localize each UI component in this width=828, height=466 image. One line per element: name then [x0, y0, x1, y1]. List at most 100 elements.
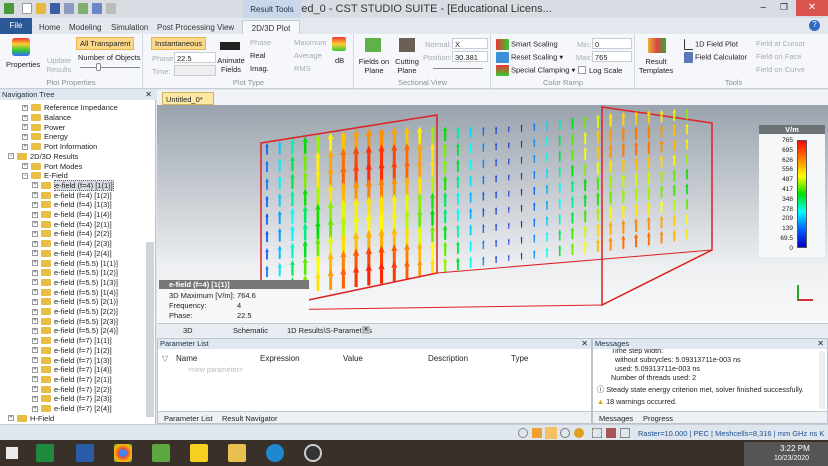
position-input[interactable]: 30.381 [452, 51, 488, 62]
tree-item[interactable]: + Energy [22, 132, 68, 142]
column-expression[interactable]: Expression [260, 354, 300, 363]
tab-2d3d-plot[interactable]: 2D/3D Plot [242, 20, 300, 34]
update-results-button[interactable]: Update Results [46, 56, 72, 74]
edge-icon[interactable] [266, 444, 284, 462]
maximum-button[interactable]: Maximum [294, 38, 327, 47]
imag-button[interactable]: Imag. [250, 64, 269, 73]
smart-scaling-button[interactable]: Smart Scaling [511, 39, 558, 48]
expand-icon[interactable]: − [8, 153, 14, 160]
new-parameter-row[interactable]: <new parameter> [188, 367, 243, 374]
field-on-face-button[interactable]: Field on Face [756, 52, 801, 61]
help-icon[interactable]: ? [809, 20, 820, 31]
expand-icon[interactable]: + [32, 250, 38, 257]
expand-icon[interactable]: − [22, 172, 28, 179]
tab-post-processing[interactable]: Post Processing [152, 20, 220, 34]
field-calculator-button[interactable]: Field Calculator [695, 52, 747, 61]
tab-progress[interactable]: Progress [643, 414, 673, 423]
tree-item[interactable]: + e-field (f=4) [1(1)] [32, 179, 114, 191]
expand-icon[interactable]: + [22, 133, 28, 140]
windows-start-icon[interactable] [6, 447, 18, 459]
expand-icon[interactable]: + [32, 279, 38, 286]
expand-icon[interactable]: + [22, 124, 28, 131]
expand-icon[interactable]: + [8, 415, 14, 422]
reset-scaling-button[interactable]: Reset Scaling [511, 52, 557, 61]
file-explorer-icon[interactable] [228, 444, 246, 462]
expand-icon[interactable]: + [32, 366, 38, 373]
expand-icon[interactable]: + [32, 289, 38, 296]
tree-item[interactable]: + e-field (f=5.5) [1(2)] [32, 268, 118, 278]
db-button[interactable]: dB [335, 56, 344, 65]
tree-item[interactable]: + Port Information [22, 142, 97, 152]
expand-icon[interactable]: + [32, 395, 38, 402]
tree-item[interactable]: + e-field (f=4) [1(4)] [32, 210, 112, 220]
expand-icon[interactable]: + [32, 347, 38, 354]
chrome-icon[interactable] [114, 444, 132, 462]
expand-icon[interactable]: + [22, 114, 28, 121]
tree-item[interactable]: − 2D/3D Results [8, 152, 78, 162]
select-icon[interactable] [606, 428, 616, 438]
phase-button[interactable]: Phase [250, 38, 271, 47]
tree-item[interactable]: + e-field (f=7) [2(1)] [32, 375, 112, 385]
word-icon[interactable] [76, 444, 94, 462]
tree-item[interactable]: + e-field (f=7) [1(1)] [32, 336, 112, 346]
column-description[interactable]: Description [428, 354, 468, 363]
expand-icon[interactable]: + [32, 318, 38, 325]
cutting-plane-button[interactable]: Cutting Plane [393, 57, 421, 75]
field-at-cursor-button[interactable]: Field at Cursor [756, 39, 805, 48]
tree-item[interactable]: + e-field (f=5.5) [2(1)] [32, 297, 118, 307]
close-panel-icon[interactable]: ✕ [581, 339, 588, 348]
tree-item[interactable]: + e-field (f=4) [1(2)] [32, 190, 112, 200]
tree-item[interactable]: + e-field (f=5.5) [1(1)] [32, 258, 118, 268]
expand-icon[interactable]: + [32, 357, 38, 364]
properties-button[interactable]: Properties [6, 60, 40, 69]
expand-icon[interactable]: + [32, 269, 38, 276]
tree-item[interactable]: + e-field (f=5.5) [2(3)] [32, 316, 118, 326]
restore-button[interactable]: ❐ [780, 2, 788, 13]
obs-icon[interactable] [304, 444, 322, 462]
clock-time[interactable]: 3:22 PM [780, 444, 810, 453]
tree-item[interactable]: + Power [22, 122, 65, 132]
position-slider[interactable] [433, 68, 483, 69]
tab-s-parameters[interactable]: 1D Results\S-Parameters [287, 326, 372, 335]
expand-icon[interactable]: + [32, 337, 38, 344]
tree-item[interactable]: + e-field (f=4) [2(1)] [32, 219, 112, 229]
tab-messages[interactable]: Messages [599, 414, 633, 423]
tab-file[interactable]: File [0, 18, 32, 34]
tab-parameter-list[interactable]: Parameter List [164, 414, 213, 423]
expand-icon[interactable]: + [32, 405, 38, 412]
field-on-curve-button[interactable]: Field on Curve [756, 65, 805, 74]
filter-icon[interactable]: ▽ [162, 354, 168, 363]
expand-icon[interactable]: + [32, 298, 38, 305]
average-button[interactable]: Average [294, 51, 322, 60]
tree-item[interactable]: + e-field (f=5.5) [1(4)] [32, 287, 118, 297]
tree-item[interactable]: + e-field (f=4) [2(4)] [32, 249, 112, 259]
tree-item[interactable]: + e-field (f=5.5) [1(3)] [32, 278, 118, 288]
tree-item[interactable]: + e-field (f=7) [2(4)] [32, 404, 112, 414]
normal-select[interactable]: X [452, 38, 488, 49]
clock-date[interactable]: 10/23/2020 [774, 455, 809, 462]
time-input[interactable] [174, 65, 216, 76]
rotate-icon[interactable] [545, 427, 557, 439]
column-name[interactable]: Name [176, 354, 197, 363]
objects-slider[interactable] [80, 67, 140, 68]
tab-view[interactable]: View [212, 20, 239, 34]
tree-item[interactable]: + e-field (f=4) [1(3)] [32, 200, 112, 210]
expand-icon[interactable]: + [22, 163, 28, 170]
tab-result-navigator[interactable]: Result Navigator [222, 414, 277, 423]
tab-schematic[interactable]: Schematic [233, 326, 268, 335]
expand-icon[interactable]: + [22, 104, 28, 111]
tree-item[interactable]: + e-field (f=7) [2(2)] [32, 384, 112, 394]
zoom-in-icon[interactable] [560, 428, 570, 438]
messages-scrollbar[interactable] [819, 351, 825, 409]
tree-item[interactable]: + e-field (f=5.5) [2(2)] [32, 307, 118, 317]
min-input[interactable]: 0 [592, 38, 632, 49]
close-tab-icon[interactable]: ✕ [362, 326, 370, 334]
tree-item[interactable]: + e-field (f=4) [2(3)] [32, 239, 112, 249]
tree-item[interactable]: + Balance [22, 113, 71, 123]
expand-icon[interactable]: + [32, 201, 38, 208]
rms-button[interactable]: RMS [294, 64, 311, 73]
tab-simulation[interactable]: Simulation [106, 20, 153, 34]
close-nav-icon[interactable]: ✕ [145, 90, 152, 99]
expand-icon[interactable]: + [32, 376, 38, 383]
max-input[interactable]: 765 [592, 51, 632, 62]
